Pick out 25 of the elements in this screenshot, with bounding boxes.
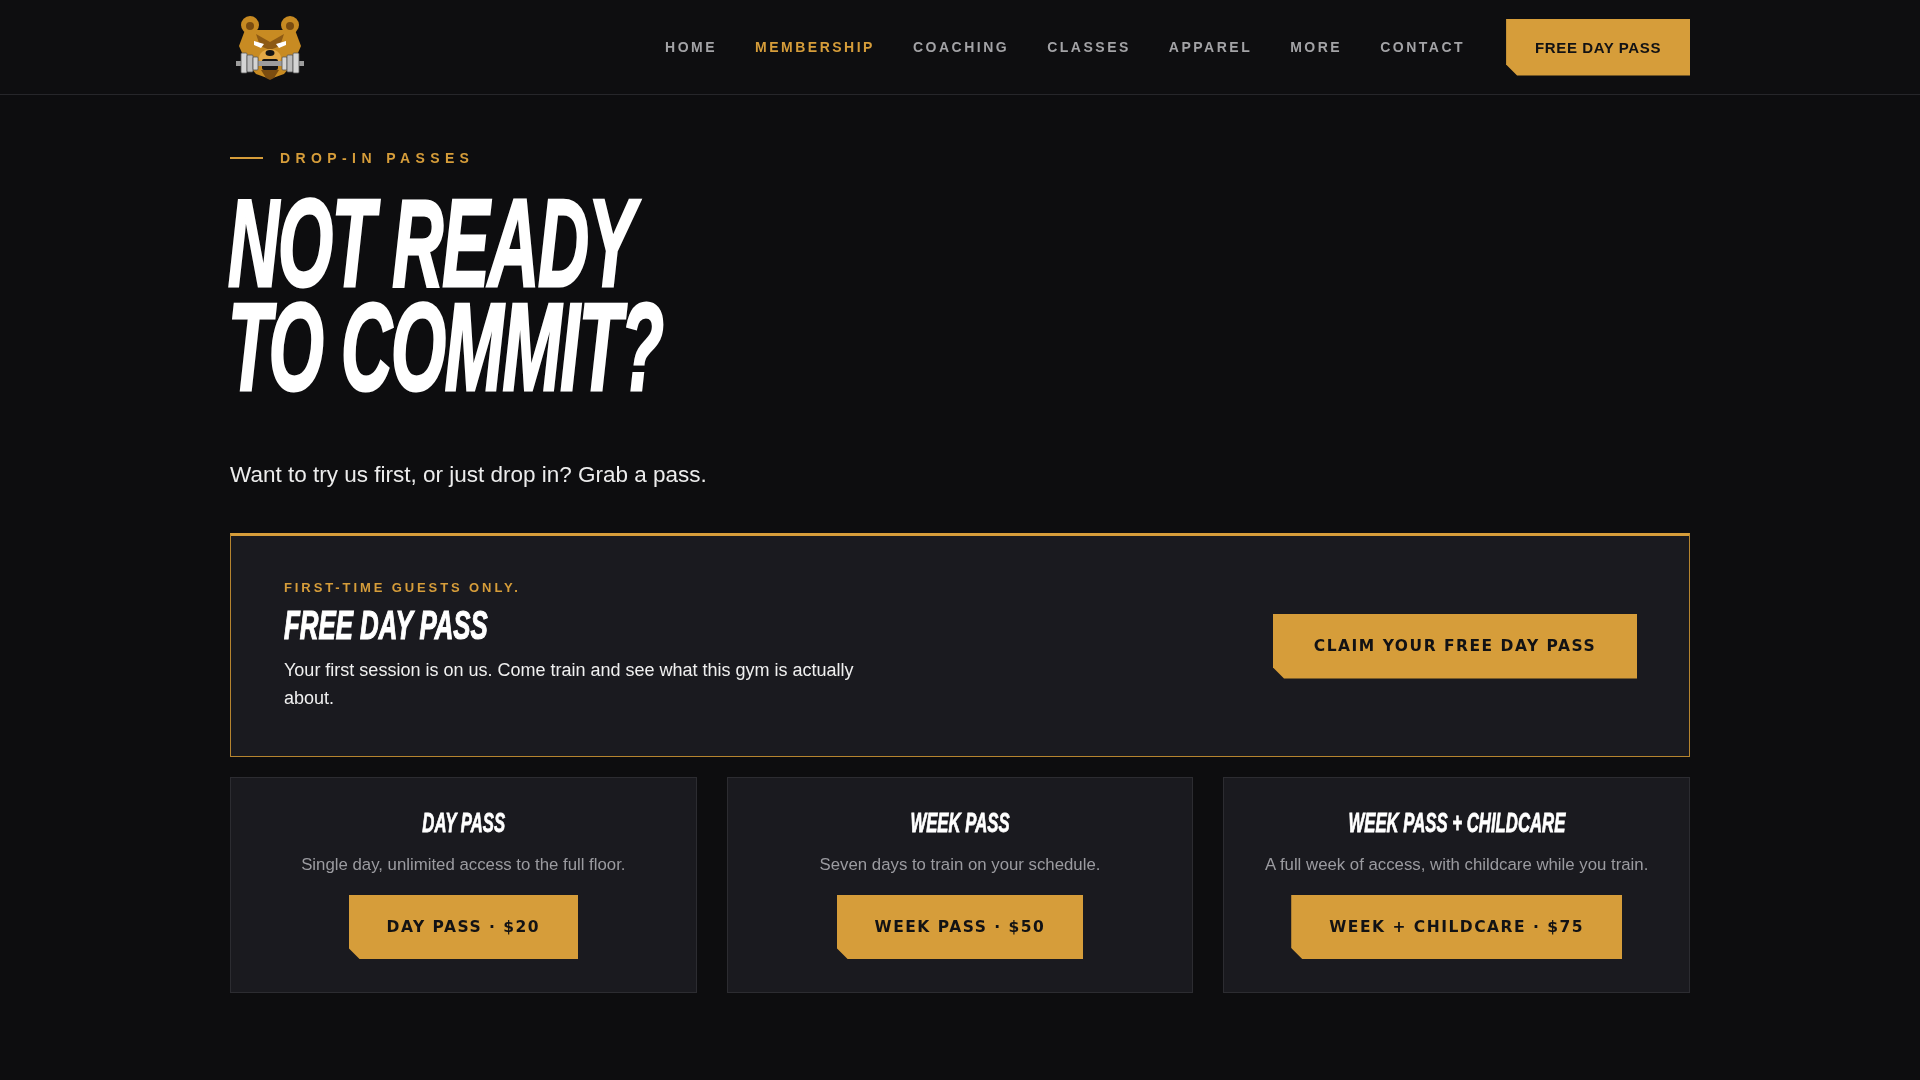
- nav-link[interactable]: CLASSES: [1047, 39, 1131, 55]
- pass-description: Single day, unlimited access to the full floor.: [301, 854, 626, 876]
- section-eyebrow: DROP-IN PASSES: [280, 150, 475, 166]
- card-title: FREE DAY PASS: [284, 603, 488, 647]
- pass-title: WEEK PASS + CHILDCARE: [1348, 807, 1566, 839]
- page-subtitle: Want to try us first, or just drop in? Grab a pass.: [230, 461, 707, 489]
- card-description: Your first session is on us. Come train and see what this gym is actually about.: [284, 659, 855, 710]
- nav-link[interactable]: APPAREL: [1168, 39, 1253, 55]
- pass-title: DAY PASS: [421, 807, 505, 839]
- page-heading: NOT READY TO COMMIT?: [228, 191, 663, 399]
- claim-button[interactable]: CLAIM YOUR FREE DAY PASS: [1273, 613, 1637, 679]
- pass-description: A full week of access, with childcare while you train.: [1264, 854, 1649, 876]
- buy-pass-button[interactable]: WEEK PASS · $50: [836, 895, 1084, 959]
- card-eyebrow: FIRST-TIME GUESTS ONLY.: [284, 580, 521, 596]
- accent-line: [230, 157, 263, 159]
- nav-link[interactable]: COACHING: [912, 39, 1010, 55]
- buy-pass-button[interactable]: DAY PASS · $20: [348, 895, 579, 959]
- buy-pass-button[interactable]: WEEK + CHILDCARE · $75: [1291, 895, 1623, 959]
- pass-description: Seven days to train on your schedule.: [819, 854, 1101, 876]
- nav-link[interactable]: CONTACT: [1380, 39, 1466, 55]
- nav-link[interactable]: MORE: [1290, 39, 1343, 55]
- nav-link[interactable]: MEMBERSHIP: [755, 39, 875, 55]
- pass-title: WEEK PASS: [910, 807, 1010, 839]
- free-day-pass-button[interactable]: FREE DAY PASS: [1506, 18, 1690, 76]
- nav-link[interactable]: HOME: [665, 39, 718, 55]
